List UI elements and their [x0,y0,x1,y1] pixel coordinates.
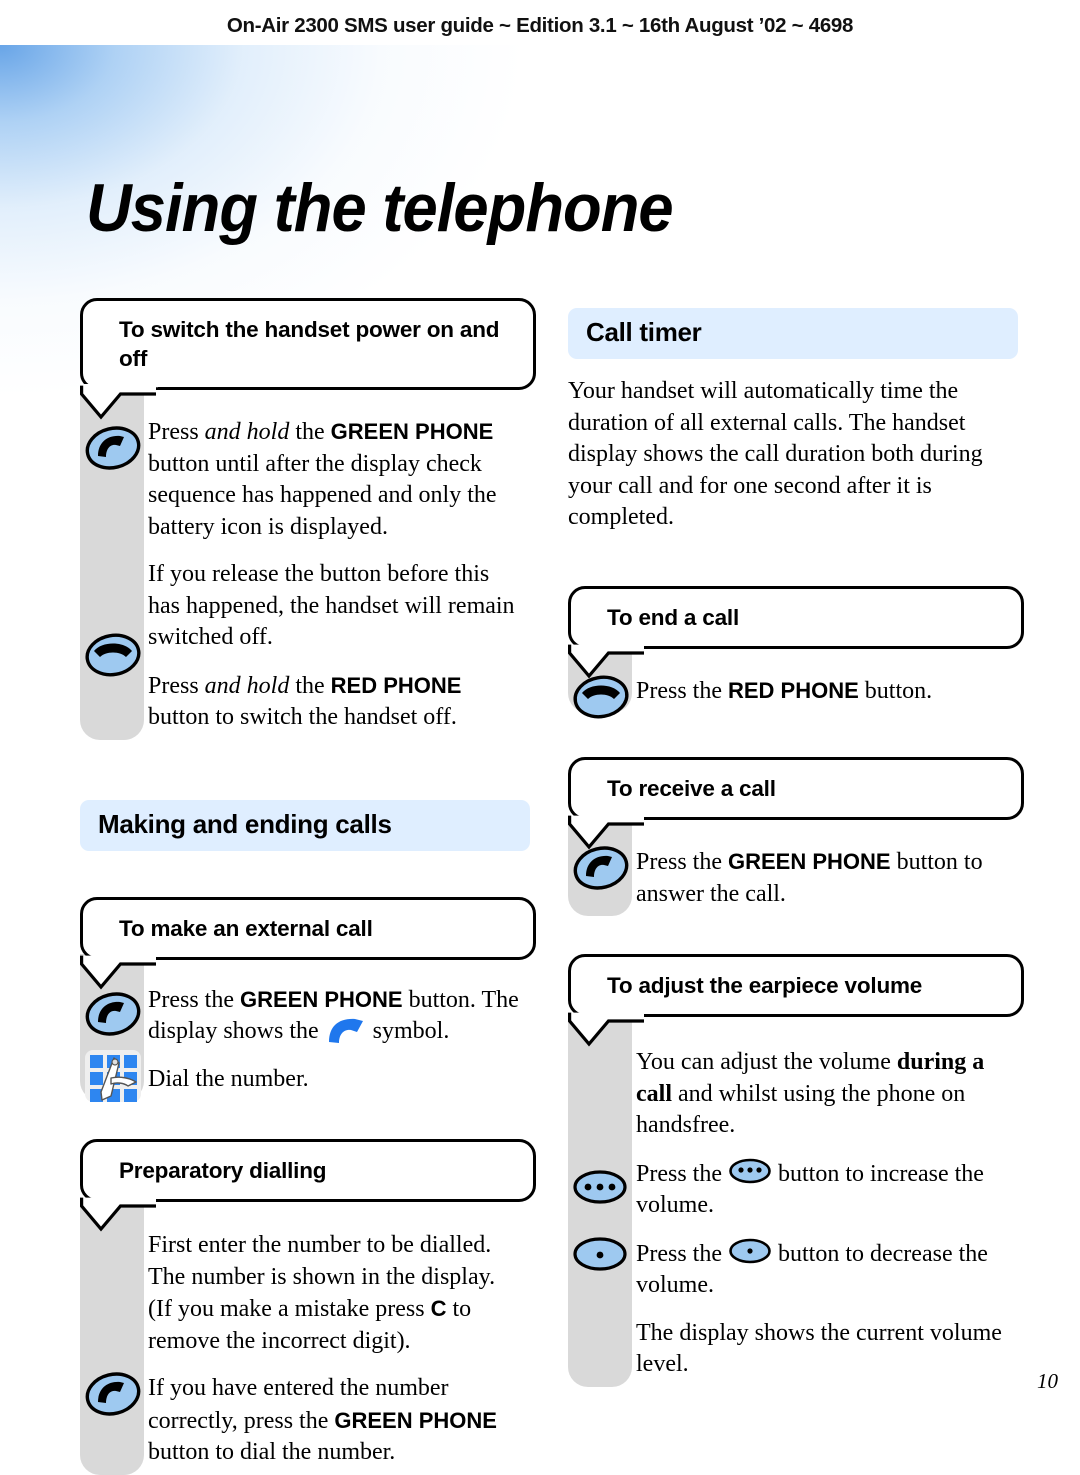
block-preparatory-dialling: Preparatory dialling First enter the num… [79,1139,536,1475]
section-header-text: Call timer [586,317,702,347]
paragraph: If you have entered the number correctly… [148,1375,497,1465]
paragraph: Press and hold the RED PHONE button to s… [148,672,462,731]
callout-heading-text: To adjust the earpiece volume [607,973,923,998]
paragraph: First enter the number to be dialled. Th… [148,1232,496,1354]
block-body-receive-a-call: Press the GREEN PHONE button to answer t… [568,816,1008,916]
paragraph: Press the GREEN PHONE button. The displa… [148,986,519,1045]
page-title: Using the telephone [86,169,674,246]
callout-heading-preparatory-dialling: Preparatory dialling [79,1139,536,1232]
red-phone-icon [573,675,629,718]
block-body-end-a-call: Press the RED PHONE button. [568,644,1008,718]
section-header-call-timer: Call timer [568,308,1018,359]
green-phone-icon [573,846,629,890]
section-header-making-and-ending-calls: Making and ending calls [80,799,530,851]
block-make-external-call: To make an external call Press the GREEN… [79,896,536,1102]
callout-heading-end-a-call: To end a call [567,585,1024,678]
keypad-icon [85,1049,141,1102]
callout-heading-switch-power: To switch the handset power on and off [79,298,536,420]
callout-heading-text: To make an external call [119,915,373,941]
grey-rail [80,1200,144,1475]
block-body-switch-power: Press and hold the GREEN PHONE button un… [80,386,520,740]
callout-heading-text: To receive a call [607,776,776,801]
callout-tail-icon [567,644,644,678]
callout-heading-adjust-earpiece-volume: To adjust the earpiece volume [567,954,1024,1047]
callout-heading-receive-a-call: To receive a call [567,757,1024,850]
block-adjust-earpiece-volume: To adjust the earpiece volume You can ad… [567,954,1024,1387]
block-switch-power: To switch the handset power on and off P… [79,298,536,740]
block-body-make-external-call: Press the GREEN PHONE button. The displa… [80,953,520,1102]
paragraph: If you release the button before this ha… [148,561,515,650]
paragraph: Dial the number. [148,1065,309,1092]
volume-up-icon [573,1170,627,1204]
running-head: On-Air 2300 SMS user guide ~ Edition 3.1… [226,14,854,37]
callout-heading-text: To switch the handset power on and off [119,317,500,371]
call-timer-paragraph: Your handset will automatically time the… [568,378,983,530]
paragraph: Press the button to increase the volume. [636,1158,1008,1222]
callout-heading-text: To end a call [607,604,740,630]
section-header-text: Making and ending calls [98,808,392,839]
paragraph: Press the RED PHONE button. [636,677,933,704]
green-phone-icon [85,991,141,1036]
paragraph: Press the button to decrease the volume. [636,1238,1008,1302]
green-phone-icon [85,426,141,470]
callout-tail-icon [567,815,644,850]
callout-heading-make-external-call: To make an external call [79,896,536,989]
volume-down-inline-icon [729,1238,771,1263]
callout-tail-icon [79,384,158,420]
block-body-adjust-earpiece-volume: You can adjust the volume during a call … [568,1017,1008,1387]
paragraph: You can adjust the volume during a call … [636,1049,985,1138]
volume-up-inline-icon [729,1158,771,1183]
block-receive-a-call: To receive a call Press the GREEN PHONE … [567,757,1024,916]
right-column: Call timer Your handset will automatical… [567,308,1024,1387]
page-number: 10 [1037,1369,1058,1393]
paragraph: The display shows the current volume lev… [636,1319,1002,1378]
callout-tail-icon [567,1012,644,1047]
green-phone-icon [85,1372,141,1416]
paragraph: Press the GREEN PHONE button to answer t… [636,849,983,907]
volume-down-icon [573,1237,627,1271]
paragraph: Press and hold the GREEN PHONE button un… [148,419,497,540]
callout-tail-icon [79,1197,156,1232]
callout-tail-icon [79,955,156,989]
left-column: To switch the handset power on and off P… [79,298,536,1475]
red-phone-icon [85,633,141,677]
callout-heading-text: Preparatory dialling [119,1158,327,1183]
block-body-preparatory-dialling: First enter the number to be dialled. Th… [80,1200,520,1475]
handset-symbol-icon [328,1018,363,1043]
block-end-a-call: To end a call Press the RED PHONE button… [567,585,1024,718]
